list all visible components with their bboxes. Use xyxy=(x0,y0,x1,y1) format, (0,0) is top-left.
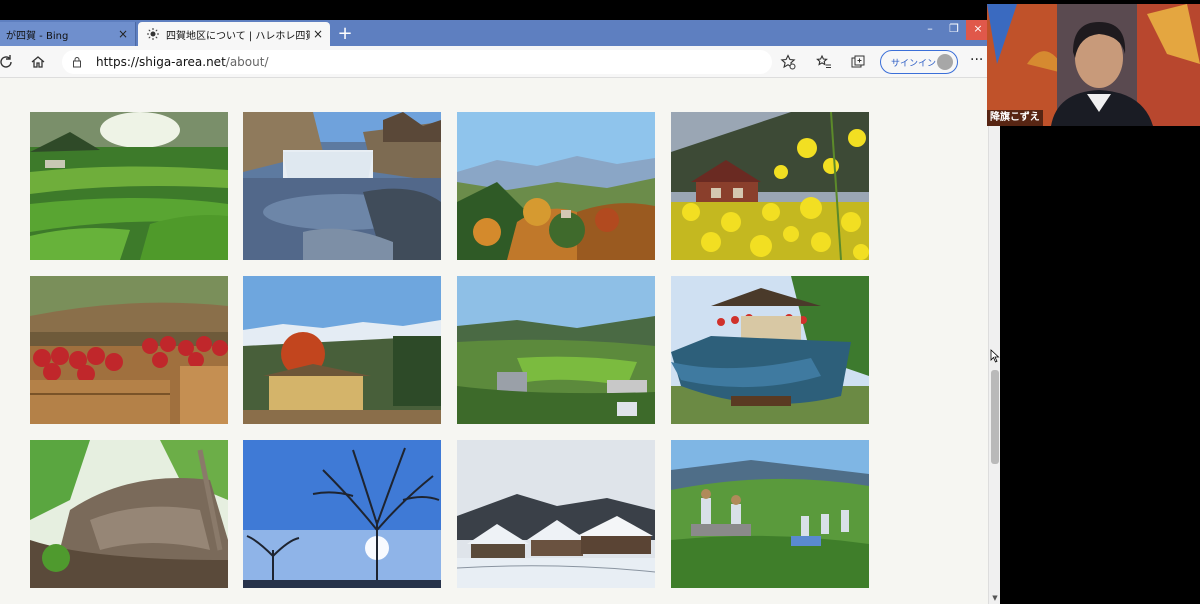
photo-rock-cliff-forest[interactable] xyxy=(30,440,228,588)
photo-rapeseed-flowers[interactable] xyxy=(671,112,869,260)
tab-strip: が四賀 - Bing × 四賀地区について | ハレホレ四賀 × + – ❐ × xyxy=(0,20,990,46)
photo-autumn-mountains[interactable] xyxy=(457,112,655,260)
refresh-icon[interactable] xyxy=(0,52,16,72)
browser-window: が四賀 - Bing × 四賀地区について | ハレホレ四賀 × + – ❐ × xyxy=(0,20,990,604)
screen: が四賀 - Bing × 四賀地区について | ハレホレ四賀 × + – ❐ × xyxy=(0,0,1200,604)
more-menu-button[interactable]: ··· xyxy=(970,52,983,68)
photo-waterfall[interactable] xyxy=(243,112,441,260)
url-host: https://shiga-area.net xyxy=(96,55,226,69)
sun-favicon-icon xyxy=(146,27,160,41)
photo-snowy-peaks-farmhouse[interactable] xyxy=(243,276,441,424)
tab-label: が四賀 - Bing xyxy=(6,30,69,42)
photo-hillside-gathering[interactable] xyxy=(671,440,869,588)
new-tab-button[interactable]: + xyxy=(334,23,356,45)
page-content xyxy=(0,78,988,604)
profile-avatar-icon xyxy=(937,54,953,70)
scroll-down-arrow-icon[interactable]: ▼ xyxy=(990,594,1000,602)
photo-rice-terraces[interactable] xyxy=(30,112,228,260)
video-call-tile[interactable]: 降旗こずえ xyxy=(987,4,1200,126)
photo-apple-crates[interactable] xyxy=(30,276,228,424)
address-bar[interactable]: https://shiga-area.net/about/ xyxy=(62,50,772,74)
photo-festival-float[interactable] xyxy=(671,276,869,424)
mouse-cursor-icon xyxy=(990,348,1000,363)
minimize-icon[interactable]: – xyxy=(918,20,942,40)
tab-bing[interactable]: が四賀 - Bing × xyxy=(0,22,136,46)
close-tab-icon[interactable]: × xyxy=(310,27,326,41)
tab-shiga-about[interactable]: 四賀地区について | ハレホレ四賀 × xyxy=(138,22,330,46)
participant-name: 降旗こずえ xyxy=(987,110,1043,126)
photo-valley-village[interactable] xyxy=(457,276,655,424)
collections-icon[interactable] xyxy=(848,52,868,72)
photo-snowy-village[interactable] xyxy=(457,440,655,588)
signin-button[interactable]: サインイン xyxy=(880,50,958,74)
favorites-icon[interactable] xyxy=(814,52,834,72)
photo-bare-tree-sky[interactable] xyxy=(243,440,441,588)
page-scrollbar[interactable]: ▼ xyxy=(988,78,1000,604)
url-path: /about/ xyxy=(225,55,269,69)
lock-icon xyxy=(70,55,84,69)
browser-toolbar: https://shiga-area.net/about/ サインイン ··· xyxy=(0,46,988,78)
tab-label: 四賀地区について | ハレホレ四賀 xyxy=(166,30,310,42)
maximize-icon[interactable]: ❐ xyxy=(942,20,966,40)
home-icon[interactable] xyxy=(28,52,48,72)
close-tab-icon[interactable]: × xyxy=(115,27,131,41)
signin-label: サインイン xyxy=(891,58,937,69)
add-favorite-icon[interactable] xyxy=(778,52,798,72)
scrollbar-thumb[interactable] xyxy=(991,370,999,464)
